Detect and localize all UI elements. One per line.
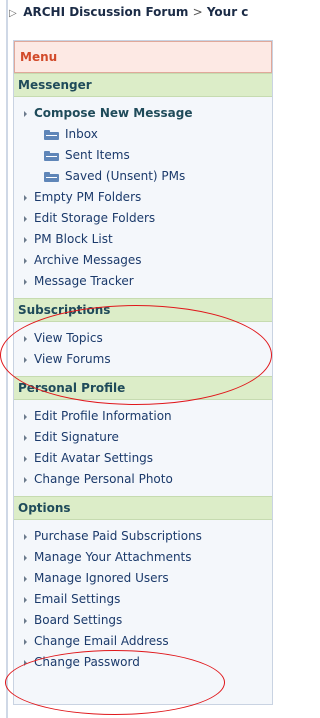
options-list: Purchase Paid Subscriptions Manage Your … [14,520,272,679]
breadcrumb-arrow-icon: ▷ [9,8,17,19]
section-header-personal-profile: Personal Profile [14,376,272,400]
bullet-icon [24,659,27,666]
breadcrumb-root-link[interactable]: ARCHI Discussion Forum [23,5,188,19]
archive-messages-link[interactable]: Archive Messages [24,250,272,271]
compose-new-message-link[interactable]: Compose New Message [24,103,272,124]
message-tracker-link[interactable]: Message Tracker [24,271,272,292]
bullet-icon [24,413,27,420]
email-settings-link[interactable]: Email Settings [24,589,272,610]
change-email-address-link[interactable]: Change Email Address [24,631,272,652]
bullet-icon [24,236,27,243]
view-forums-link[interactable]: View Forums [24,349,272,370]
section-header-options: Options [14,496,272,520]
edit-storage-folders-link[interactable]: Edit Storage Folders [24,208,272,229]
bullet-icon [24,638,27,645]
bullet-icon [24,215,27,222]
breadcrumb-trail: ▷ ARCHI Discussion Forum > Your c [9,5,283,19]
empty-pm-folders-link[interactable]: Empty PM Folders [24,187,272,208]
manage-attachments-link[interactable]: Manage Your Attachments [24,547,272,568]
inbox-link[interactable]: Inbox [24,124,272,145]
breadcrumb-separator: > [192,5,203,19]
bullet-icon [24,356,27,363]
menu-header: Menu [14,41,272,73]
saved-pms-link[interactable]: Saved (Unsent) PMs [24,166,272,187]
bullet-icon [24,455,27,462]
bullet-icon [24,194,27,201]
sent-items-link[interactable]: Sent Items [24,145,272,166]
bullet-icon [24,335,27,342]
messenger-list: Compose New Message Inbox Sent Items Sav… [14,97,272,298]
edit-avatar-settings-link[interactable]: Edit Avatar Settings [24,448,272,469]
bullet-icon [24,476,27,483]
usercp-sidebar: Menu Messenger Compose New Message Inbox… [13,40,273,705]
view-topics-link[interactable]: View Topics [24,328,272,349]
folder-icon [44,150,59,161]
bullet-icon [24,278,27,285]
section-header-messenger: Messenger [14,73,272,97]
breadcrumb-current: Your c [206,5,249,19]
bullet-icon [24,257,27,264]
manage-ignored-users-link[interactable]: Manage Ignored Users [24,568,272,589]
bullet-icon [24,533,27,540]
personal-profile-list: Edit Profile Information Edit Signature … [14,400,272,496]
change-password-link[interactable]: Change Password [24,652,272,673]
bullet-icon [24,434,27,441]
breadcrumb: ▷ ARCHI Discussion Forum > Your c [0,0,283,718]
folder-icon [44,171,59,182]
folder-icon [44,129,59,140]
bullet-icon [24,575,27,582]
bullet-icon [24,617,27,624]
board-settings-link[interactable]: Board Settings [24,610,272,631]
left-divider [6,0,8,718]
edit-signature-link[interactable]: Edit Signature [24,427,272,448]
pm-block-list-link[interactable]: PM Block List [24,229,272,250]
bullet-icon [24,554,27,561]
edit-profile-information-link[interactable]: Edit Profile Information [24,406,272,427]
subscriptions-list: View Topics View Forums [14,322,272,376]
bullet-icon [24,110,27,117]
section-header-subscriptions: Subscriptions [14,298,272,322]
bullet-icon [24,596,27,603]
purchase-paid-subscriptions-link[interactable]: Purchase Paid Subscriptions [24,526,272,547]
change-personal-photo-link[interactable]: Change Personal Photo [24,469,272,490]
